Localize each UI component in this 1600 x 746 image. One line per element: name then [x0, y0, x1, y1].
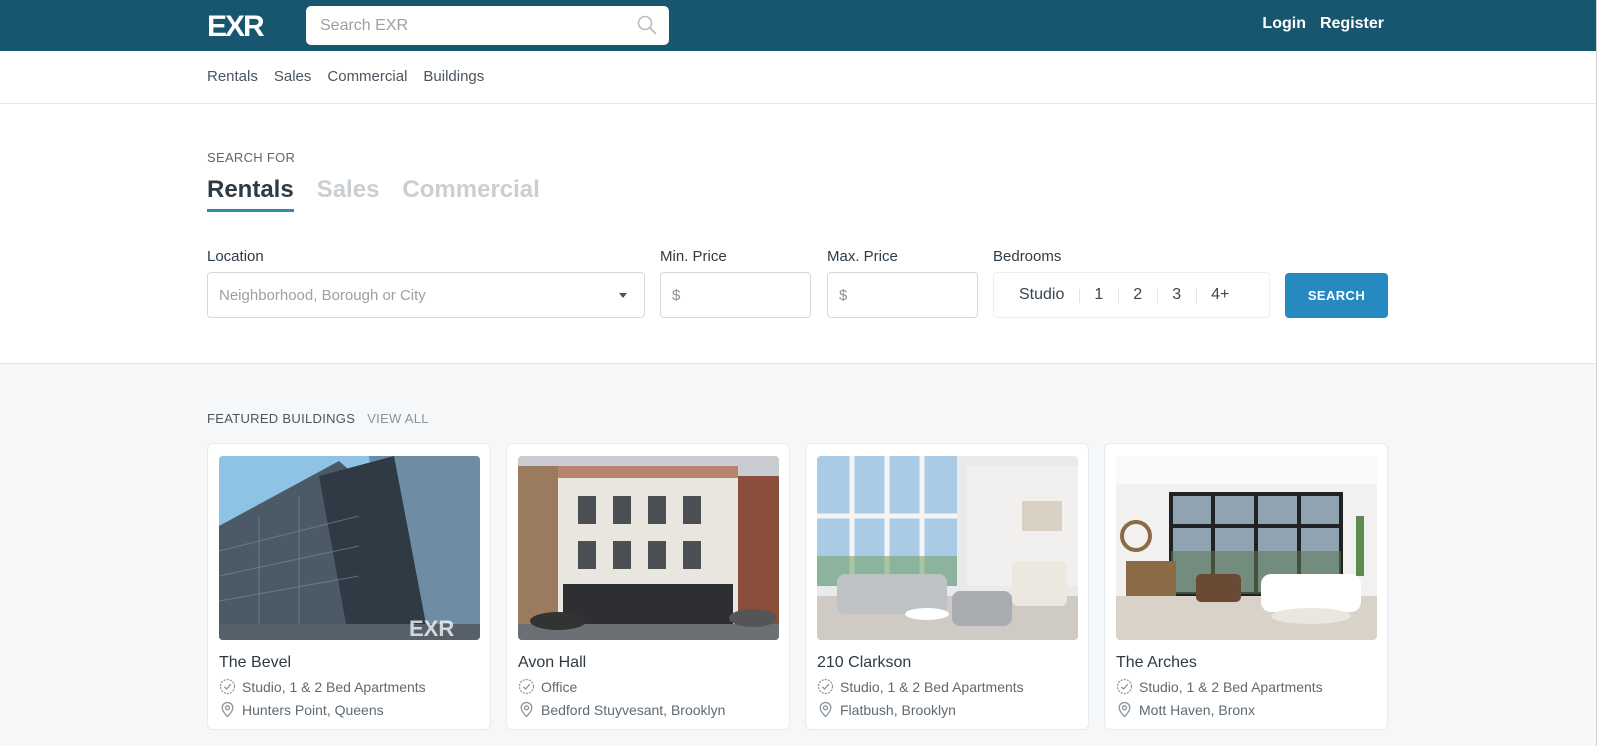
badge-check-icon	[1116, 678, 1133, 695]
bedroom-option-3[interactable]: 3	[1157, 286, 1196, 304]
building-type-row: Studio, 1 & 2 Bed Apartments	[219, 678, 426, 695]
building-location: Hunters Point, Queens	[242, 701, 384, 718]
badge-check-icon	[219, 678, 236, 695]
building-type: Office	[541, 678, 578, 695]
building-type-row: Studio, 1 & 2 Bed Apartments	[1116, 678, 1323, 695]
bedroom-option-4plus[interactable]: 4+	[1196, 286, 1244, 304]
bedroom-option-studio[interactable]: Studio	[1004, 286, 1079, 304]
auth-links: Login Register	[1262, 15, 1384, 33]
building-type-row: Studio, 1 & 2 Bed Apartments	[817, 678, 1024, 695]
login-link[interactable]: Login	[1262, 15, 1306, 33]
building-type: Studio, 1 & 2 Bed Apartments	[242, 678, 426, 695]
nav-commercial[interactable]: Commercial	[327, 68, 407, 85]
building-card[interactable]: EXR The Bevel Studio, 1 & 2 Bed Apartmen…	[207, 443, 491, 730]
register-link[interactable]: Register	[1320, 15, 1384, 33]
building-location: Flatbush, Brooklyn	[840, 701, 956, 718]
tab-commercial[interactable]: Commercial	[402, 176, 539, 212]
main-nav: Rentals Sales Commercial Buildings	[0, 51, 1596, 104]
site-search-input[interactable]	[306, 6, 606, 45]
currency-symbol: $	[672, 287, 681, 304]
building-type: Studio, 1 & 2 Bed Apartments	[840, 678, 1024, 695]
search-panel: SEARCH FOR Rentals Sales Commercial Loca…	[0, 104, 1596, 364]
building-photo	[1116, 456, 1377, 640]
svg-text:EXR: EXR	[409, 616, 454, 640]
building-card[interactable]: Avon Hall Office Bedford Stuyvesant, Bro…	[506, 443, 790, 730]
building-name[interactable]: 210 Clarkson	[817, 654, 911, 672]
building-location-row: Hunters Point, Queens	[219, 701, 384, 718]
building-name[interactable]: Avon Hall	[518, 654, 586, 672]
building-location-row: Flatbush, Brooklyn	[817, 701, 956, 718]
building-type-row: Office	[518, 678, 577, 695]
caret-down-icon	[619, 293, 627, 298]
search-for-label: SEARCH FOR	[207, 150, 296, 165]
map-pin-icon	[1118, 701, 1131, 718]
window-scrollbar[interactable]	[1596, 0, 1600, 746]
building-photo: EXR	[219, 456, 480, 640]
location-select[interactable]: Neighborhood, Borough or City	[207, 272, 645, 318]
min-price-input[interactable]: $	[660, 272, 811, 318]
location-placeholder: Neighborhood, Borough or City	[219, 287, 426, 304]
location-label: Location	[207, 248, 264, 265]
min-price-label: Min. Price	[660, 248, 727, 265]
view-all-link[interactable]: VIEW ALL	[367, 411, 429, 426]
building-location: Mott Haven, Bronx	[1139, 701, 1255, 718]
building-location: Bedford Stuyvesant, Brooklyn	[541, 701, 726, 718]
building-location-row: Bedford Stuyvesant, Brooklyn	[518, 701, 725, 718]
building-location-row: Mott Haven, Bronx	[1116, 701, 1255, 718]
nav-buildings[interactable]: Buildings	[423, 68, 484, 85]
featured-title: FEATURED BUILDINGS	[207, 411, 356, 426]
svg-text:EXR: EXR	[207, 10, 265, 40]
building-photo	[518, 456, 779, 640]
map-pin-icon	[520, 701, 533, 718]
building-photo	[817, 456, 1078, 640]
bedrooms-label: Bedrooms	[993, 248, 1062, 265]
building-name[interactable]: The Bevel	[219, 654, 291, 672]
building-card[interactable]: 210 Clarkson Studio, 1 & 2 Bed Apartment…	[805, 443, 1089, 730]
top-header: EXR Login Register	[0, 0, 1596, 51]
search-tabs: Rentals Sales Commercial	[207, 176, 540, 212]
map-pin-icon	[819, 701, 832, 718]
currency-symbol: $	[839, 287, 848, 304]
building-type: Studio, 1 & 2 Bed Apartments	[1139, 678, 1323, 695]
featured-header: FEATURED BUILDINGS VIEW ALL	[207, 411, 429, 426]
bedroom-option-1[interactable]: 1	[1079, 286, 1118, 304]
bedrooms-selector: Studio 1 2 3 4+	[993, 272, 1270, 318]
tab-rentals[interactable]: Rentals	[207, 176, 294, 212]
max-price-input[interactable]: $	[827, 272, 978, 318]
building-name[interactable]: The Arches	[1116, 654, 1197, 672]
badge-check-icon	[518, 678, 535, 695]
badge-check-icon	[817, 678, 834, 695]
exr-logo[interactable]: EXR	[207, 10, 269, 40]
search-button[interactable]: SEARCH	[1285, 273, 1388, 318]
max-price-label: Max. Price	[827, 248, 898, 265]
bedroom-option-2[interactable]: 2	[1118, 286, 1157, 304]
nav-sales[interactable]: Sales	[274, 68, 312, 85]
nav-rentals[interactable]: Rentals	[207, 68, 258, 85]
site-search	[306, 6, 669, 45]
building-card[interactable]: The Arches Studio, 1 & 2 Bed Apartments …	[1104, 443, 1388, 730]
tab-sales[interactable]: Sales	[317, 176, 380, 212]
search-icon[interactable]	[637, 15, 657, 35]
map-pin-icon	[221, 701, 234, 718]
